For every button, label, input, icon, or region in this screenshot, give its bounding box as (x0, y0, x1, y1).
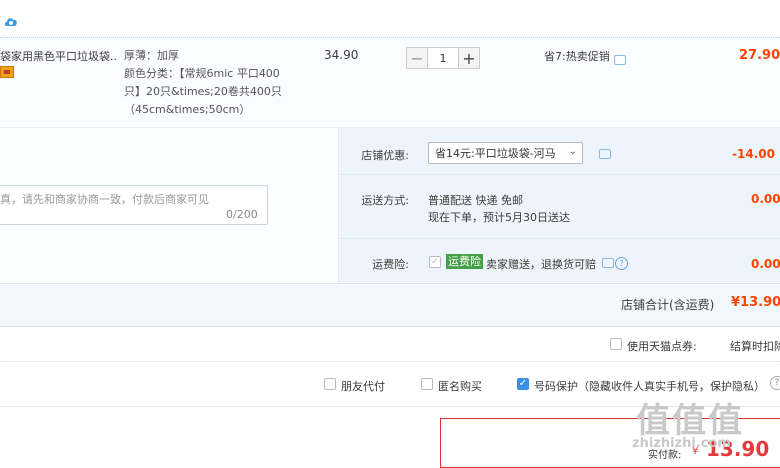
decrease-button[interactable]: − (406, 47, 428, 69)
tmall-coupon-checkbox[interactable] (610, 338, 622, 350)
number-protect-label: 号码保护（隐藏收件人真实手机号，保护隐私） (534, 380, 764, 393)
chat-icon[interactable] (599, 149, 611, 159)
tmall-coupon-label: 使用天猫点券: (627, 340, 697, 353)
chat-icon[interactable] (614, 55, 626, 65)
divider (339, 238, 780, 239)
chevron-down-icon: ⌄ (568, 146, 577, 157)
shop-discount-value: -14.00 (732, 147, 775, 161)
item-promo: 省7:热卖促销 (544, 50, 610, 63)
anonymous-checkbox[interactable] (421, 378, 433, 390)
insurance-label: 运费险: (372, 258, 409, 271)
insurance-badge: 运费险 (446, 254, 483, 269)
tmall-coupon-note: 结算时扣除 (730, 340, 780, 353)
chat-icon[interactable] (602, 258, 614, 268)
watermark-logo: 值值值 (636, 401, 744, 441)
shop-discount-select[interactable]: 省14元:平口垃圾袋-河马 ⌄ (428, 142, 583, 164)
shipping-eta: 现在下单，预计5月30日送达 (428, 211, 570, 224)
anonymous-label: 匿名购买 (438, 380, 482, 393)
insurance-value: 0.00 (751, 257, 780, 271)
item-title[interactable]: 袋家用黑色平口垃圾袋... (0, 48, 118, 64)
help-icon[interactable]: ? (770, 376, 780, 390)
insurance-text: 卖家赠送，退换货可赔 (486, 258, 596, 271)
unit-price: 34.90 (324, 48, 359, 62)
shop-total-label: 店铺合计(含运费) (621, 298, 715, 312)
message-placeholder: 真，请先和商家协商一致，付款后商家可见 (0, 193, 209, 206)
divider (339, 174, 780, 175)
item-specs: 厚薄：加厚 颜色分类：【常规6mic 平口400 只】20只&times;20卷… (124, 47, 294, 119)
increase-button[interactable]: + (458, 47, 480, 69)
shipping-label: 运送方式: (361, 194, 409, 207)
insurance-checkbox[interactable]: ✓ (429, 256, 441, 268)
help-icon[interactable]: ? (615, 257, 628, 270)
shop-cloud-icon (4, 18, 17, 26)
item-subtotal: 27.90 (739, 48, 780, 63)
quantity-input[interactable]: 1 (428, 47, 458, 69)
number-protect-checkbox[interactable]: ✓ (517, 378, 529, 390)
friend-pay-label: 朋友代付 (341, 380, 385, 393)
spec-line: （45cm&times;50cm） (124, 103, 251, 116)
watermark-domain: zhizhizhi.com (632, 436, 731, 451)
shipping-value: 0.00 (751, 192, 780, 206)
shipping-info: 普通配送 快递 免邮 现在下单，预计5月30日送达 (428, 192, 570, 226)
spec-line: 颜色分类：【常规6mic 平口400 (124, 67, 280, 80)
shipping-method: 普通配送 快递 免邮 (428, 194, 523, 207)
quantity-stepper: − 1 + (406, 47, 480, 71)
friend-pay-checkbox[interactable] (324, 378, 336, 390)
item-badge-icon (0, 66, 14, 78)
shop-discount-selected: 省14元:平口垃圾袋-河马 (435, 147, 556, 160)
shop-total-value: ¥13.90 (731, 295, 780, 310)
shop-discount-label: 店铺优惠: (361, 149, 409, 162)
message-char-count: 0/200 (226, 208, 258, 221)
spec-line: 厚薄：加厚 (124, 49, 179, 62)
spec-line: 只】20只&times;20卷共400只 (124, 85, 282, 98)
